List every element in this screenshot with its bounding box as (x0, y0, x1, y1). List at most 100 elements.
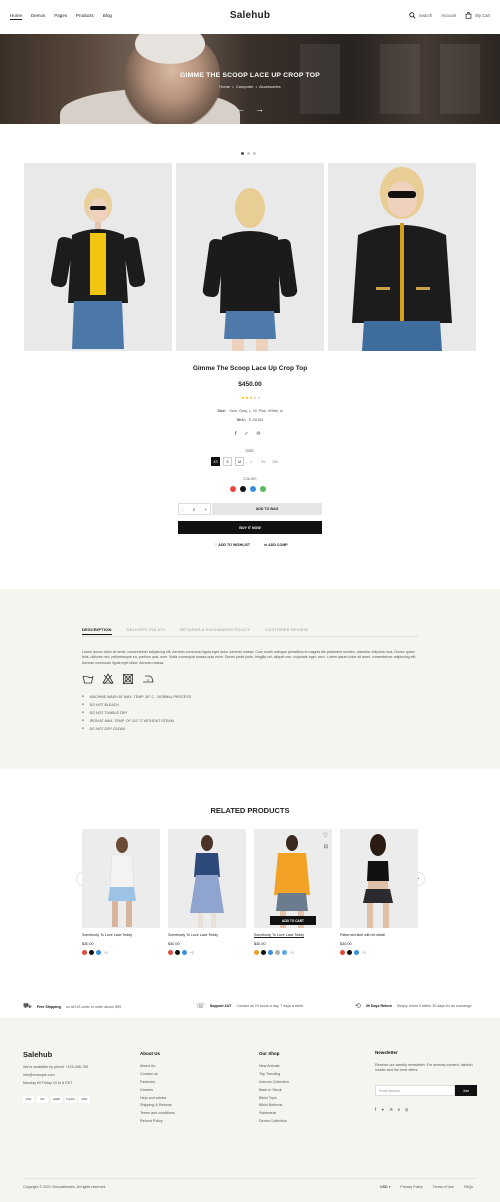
twitter-icon[interactable]: ✦ (381, 1107, 385, 1112)
newsletter-email-input[interactable]: Email Address (375, 1085, 455, 1096)
qty-plus-button[interactable]: + (205, 507, 207, 512)
prev-arrow-icon[interactable]: ← (236, 104, 255, 114)
product-card-image[interactable]: ♡ ⊡ ADD TO CART (254, 829, 332, 928)
swatch[interactable] (254, 950, 259, 955)
breadcrumb: Home • Computer • Accessories (219, 84, 281, 89)
search-button[interactable]: Search (409, 12, 432, 19)
footer-link[interactable]: Top Trending (259, 1071, 289, 1079)
product-card-name[interactable]: Patterned skirt with tie detail (340, 933, 418, 937)
swatch[interactable] (268, 950, 273, 955)
gallery-dot[interactable] (253, 152, 256, 155)
wishlist-label: ADD TO WISHLIST (218, 543, 251, 547)
swatch[interactable] (82, 950, 87, 955)
tab-description[interactable]: DESCRIPTION (82, 627, 112, 635)
faqs-link[interactable]: FAQs (464, 1185, 473, 1189)
footer-logo[interactable]: Salehub (23, 1050, 52, 1059)
footer-shop: Our Shop New Arrivals Top Trending Autum… (259, 1050, 289, 1126)
swatch[interactable] (175, 950, 180, 955)
heart-icon[interactable]: ♡ (323, 832, 328, 839)
next-arrow-icon[interactable]: → (255, 104, 274, 114)
color-swatch-blue[interactable] (250, 486, 256, 492)
wishlist-link[interactable]: ♡ ADD TO WISHLIST (214, 543, 250, 547)
footer-link[interactable]: Back In Stock (259, 1087, 289, 1095)
swatch[interactable] (96, 950, 101, 955)
breadcrumb-computer[interactable]: Computer (236, 84, 254, 89)
product-card-name[interactable]: Somebody To Love Lace Teddy (254, 933, 332, 937)
swatch[interactable] (89, 950, 94, 955)
color-swatch-red[interactable] (230, 486, 236, 492)
swatch[interactable] (182, 950, 187, 955)
product-card-name[interactable]: Somebody To Love Lace Teddy (82, 933, 160, 937)
qty-value[interactable]: 2 (193, 507, 195, 512)
newsletter-join-button[interactable]: Join (455, 1085, 477, 1096)
quick-view-icon[interactable]: ⊡ (324, 844, 328, 850)
footer-link[interactable]: Factories (140, 1079, 175, 1087)
product-card[interactable]: Somebody To Love Lace Teddy $30.00 +3 (82, 829, 160, 955)
product-card-image[interactable] (168, 829, 246, 928)
buy-now-button[interactable]: BUY IT NOW (178, 521, 322, 534)
product-image-front[interactable] (24, 163, 172, 351)
account-link[interactable]: Account (441, 13, 456, 18)
facebook-icon[interactable]: f (375, 1107, 376, 1112)
footer-link[interactable]: Terms and conditions (140, 1110, 175, 1118)
pinterest-icon[interactable]: ℗ (390, 1107, 393, 1112)
facebook-icon[interactable]: f (235, 431, 236, 437)
breadcrumb-accessories[interactable]: Accessories (259, 84, 281, 89)
color-swatch-green[interactable] (260, 486, 266, 492)
size-option-m[interactable]: M (235, 457, 244, 466)
product-card-name[interactable]: Somebody To Love Lace Teddy (168, 933, 246, 937)
swatch[interactable] (168, 950, 173, 955)
qty-minus-button[interactable]: - (182, 507, 183, 512)
footer-link[interactable]: New Arrivals (259, 1063, 289, 1071)
footer-link[interactable]: Help and advice (140, 1095, 175, 1103)
swatch[interactable] (261, 950, 266, 955)
tab-returns-policy[interactable]: RETURNS & EXCHANGES POLICY (180, 627, 250, 635)
currency-selector[interactable]: USD ▾ (380, 1185, 390, 1189)
product-card[interactable]: Patterned skirt with tie detail $30.00 +… (340, 829, 418, 955)
footer-link[interactable]: Swimwear (259, 1110, 289, 1118)
size-option-xs[interactable]: XS (211, 457, 220, 466)
terms-link[interactable]: Terms of Use (433, 1185, 454, 1189)
swatch[interactable] (354, 950, 359, 955)
footer-link[interactable]: Bikini Bottoms (259, 1102, 289, 1110)
product-card[interactable]: ♡ ⊡ ADD TO CART Somebody To Love Lace Te… (254, 829, 332, 955)
add-to-cart-button[interactable]: ADD TO CART (270, 916, 316, 925)
add-to-bag-button[interactable]: ADD TO BAG (212, 503, 322, 515)
size-option-s[interactable]: S (223, 457, 232, 466)
gallery-dot[interactable] (241, 152, 244, 155)
product-image-back[interactable] (176, 163, 324, 351)
gallery-dot[interactable] (247, 152, 250, 155)
product-card[interactable]: Somebody To Love Lace Teddy $30.00 +3 (168, 829, 246, 955)
related-products-title: RELATED PRODUCTS (210, 806, 290, 815)
twitter-icon[interactable]: ✓ (244, 431, 248, 437)
compare-link[interactable]: ⇄ ADD COMP (264, 543, 288, 547)
footer-link[interactable]: About Us (140, 1063, 175, 1071)
size-option-xl[interactable]: XL (259, 457, 268, 466)
swatch[interactable] (275, 950, 280, 955)
footer-link[interactable]: Autumn Collection (259, 1079, 289, 1087)
footer-link[interactable]: Denim Collection (259, 1118, 289, 1126)
size-option-l[interactable]: L (247, 457, 256, 466)
footer-link[interactable]: Refund Policy (140, 1118, 175, 1126)
cart-button[interactable]: My Cart (465, 12, 490, 19)
vimeo-icon[interactable]: v (398, 1107, 400, 1112)
footer-link[interactable]: Bikini Tops (259, 1095, 289, 1103)
footer-link[interactable]: Careers (140, 1087, 175, 1095)
product-card-image[interactable] (82, 829, 160, 928)
footer-link[interactable]: Contact us (140, 1071, 175, 1079)
tab-delivery-policy[interactable]: DELIVERY POLICY (127, 627, 165, 635)
pinterest-icon[interactable]: ℗ (257, 431, 261, 437)
color-swatch-black[interactable] (240, 486, 246, 492)
swatch[interactable] (347, 950, 352, 955)
product-image-closeup[interactable] (328, 163, 476, 351)
contact-email[interactable]: info@example.com (23, 1072, 88, 1080)
footer-link[interactable]: Shipping & Returns (140, 1102, 175, 1110)
product-card-image[interactable] (340, 829, 418, 928)
swatch[interactable] (282, 950, 287, 955)
tab-customer-review[interactable]: CUSTOMER REVIEW (265, 627, 308, 635)
swatch[interactable] (340, 950, 345, 955)
privacy-policy-link[interactable]: Privacy Policy (400, 1185, 422, 1189)
size-option-2xl[interactable]: 2XL (271, 457, 280, 466)
instagram-icon[interactable]: ◎ (405, 1107, 409, 1112)
breadcrumb-home[interactable]: Home (219, 84, 230, 89)
